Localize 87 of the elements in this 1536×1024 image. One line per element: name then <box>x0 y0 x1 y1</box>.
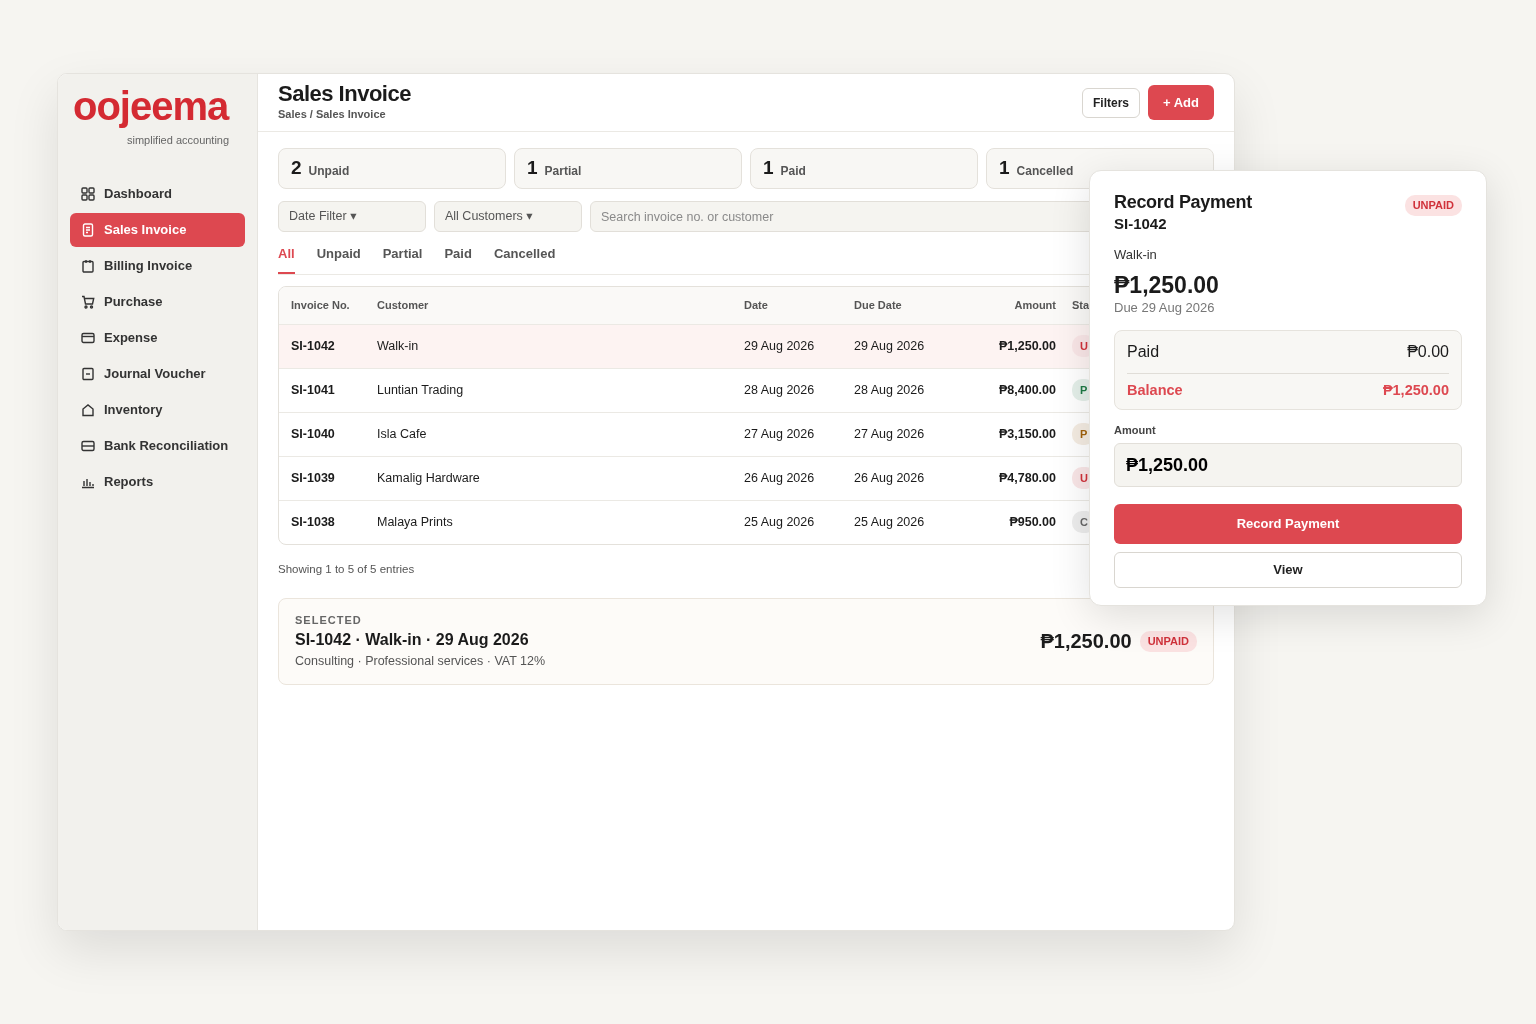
paid-label: Paid <box>1127 341 1160 362</box>
due-date: Due 29 Aug 2026 <box>1114 299 1216 318</box>
status-badge: UNPAID <box>1139 631 1197 652</box>
page-title: Sales Invoice <box>278 82 411 107</box>
invoice-amount: ₱950.00 <box>1008 513 1056 531</box>
card-icon <box>81 331 95 345</box>
invoice-date: 29 Aug 2026 <box>744 337 816 355</box>
filter-tab[interactable]: Partial <box>382 244 423 274</box>
filter-tab[interactable]: Cancelled <box>493 244 556 274</box>
selected-amount: ₱1,250.00 <box>1040 629 1132 655</box>
customer-name: Kamalig Hardware <box>377 469 481 487</box>
sidebar-item[interactable]: Journal Voucher <box>70 357 245 391</box>
bank-card-icon <box>81 439 95 453</box>
filters-button[interactable]: Filters <box>1082 87 1140 118</box>
invoice-number: SI-1039 <box>291 469 336 487</box>
balance-value: ₱1,250.00 <box>1382 381 1449 401</box>
tagline: simplified accounting <box>127 135 230 146</box>
invoice-date: 27 Aug 2026 <box>744 425 816 443</box>
selected-label: SELECTED <box>295 612 363 628</box>
sidebar-item[interactable]: Dashboard <box>70 177 245 211</box>
summary-count: 1 <box>999 156 1010 181</box>
invoice-date: 25 Aug 2026 <box>744 513 816 531</box>
filter-tab[interactable]: Unpaid <box>316 244 361 274</box>
filter-tab[interactable]: All <box>278 244 295 274</box>
customer-name: Walk-in <box>1114 246 1158 265</box>
invoice-amount: ₱3,150.00 <box>998 425 1056 443</box>
document-icon <box>81 223 95 237</box>
record-payment-button[interactable]: Record Payment <box>1114 504 1462 545</box>
customer-name: Luntian Trading <box>377 381 465 399</box>
summary-label: Partial <box>544 162 582 180</box>
column-header: Date <box>744 297 769 313</box>
clipboard-icon <box>81 259 95 273</box>
breadcrumb: Sales / Sales Invoice <box>278 107 387 123</box>
invoice-amount: ₱8,400.00 <box>998 381 1056 399</box>
summary-label: Cancelled <box>1016 162 1074 180</box>
column-header: Invoice No. <box>291 297 351 313</box>
customer-name: Walk-in <box>377 337 420 355</box>
house-icon <box>81 403 95 417</box>
summary-label: Unpaid <box>308 162 350 180</box>
column-header: Amount <box>1013 297 1056 313</box>
due-date: 26 Aug 2026 <box>854 469 926 487</box>
selected-details: Consulting · Professional services · VAT 12% <box>295 653 546 671</box>
sidebar-item[interactable]: Reports <box>70 465 245 499</box>
summary-count: 1 <box>763 156 774 181</box>
invoice-date: 28 Aug 2026 <box>744 381 816 399</box>
due-date: 25 Aug 2026 <box>854 513 926 531</box>
filter-tab[interactable]: Paid <box>444 244 472 274</box>
status-badge: UNPAID <box>1404 195 1462 216</box>
invoice-number: SI-1042 <box>1114 213 1168 234</box>
sidebar-item[interactable]: Purchase <box>70 285 245 319</box>
grid-icon <box>81 187 95 201</box>
customer-name: Malaya Prints <box>377 513 454 531</box>
invoice-amount: ₱4,780.00 <box>998 469 1056 487</box>
filter-dropdown[interactable]: All Customers ▾ <box>434 201 582 232</box>
invoice-number: SI-1038 <box>291 513 336 531</box>
invoice-number: SI-1040 <box>291 425 336 443</box>
amount-field[interactable]: ₱1,250.00 <box>1114 443 1462 488</box>
column-header: Sta <box>1071 297 1091 313</box>
customer-name: Isla Cafe <box>377 425 428 443</box>
sidebar-item[interactable]: Billing Invoice <box>70 249 245 283</box>
cart-icon <box>81 295 95 309</box>
add-button[interactable]: + Add <box>1148 84 1214 121</box>
balance-label: Balance <box>1127 381 1183 401</box>
journal-icon <box>81 367 95 381</box>
due-date: 28 Aug 2026 <box>854 381 926 399</box>
invoice-date: 26 Aug 2026 <box>744 469 816 487</box>
paid-value: ₱0.00 <box>1407 341 1449 362</box>
summary-count: 2 <box>291 156 302 181</box>
filter-dropdown[interactable]: Date Filter ▾ <box>278 201 426 232</box>
invoice-amount: ₱1,250.00 <box>998 337 1056 355</box>
entries-info: Showing 1 to 5 of 5 entries <box>278 561 416 577</box>
column-header: Customer <box>377 297 430 313</box>
summary-count: 1 <box>527 156 538 181</box>
sidebar-item[interactable]: Sales Invoice <box>70 213 245 247</box>
sidebar-item[interactable]: Inventory <box>70 393 245 427</box>
summary-label: Paid <box>780 162 806 180</box>
column-header: Due Date <box>854 297 903 313</box>
due-date: 27 Aug 2026 <box>854 425 926 443</box>
invoice-amount: ₱1,250.00 <box>1114 272 1220 299</box>
view-button[interactable]: View <box>1114 552 1462 589</box>
invoice-number: SI-1041 <box>291 381 336 399</box>
due-date: 29 Aug 2026 <box>854 337 926 355</box>
invoice-number: SI-1042 <box>291 337 336 355</box>
field-label: Amount <box>1114 422 1157 438</box>
sidebar-item[interactable]: Bank Reconciliation <box>70 429 245 463</box>
selected-title: SI-1042 · Walk-in · 29 Aug 2026 <box>295 630 530 651</box>
sidebar-item[interactable]: Expense <box>70 321 245 355</box>
